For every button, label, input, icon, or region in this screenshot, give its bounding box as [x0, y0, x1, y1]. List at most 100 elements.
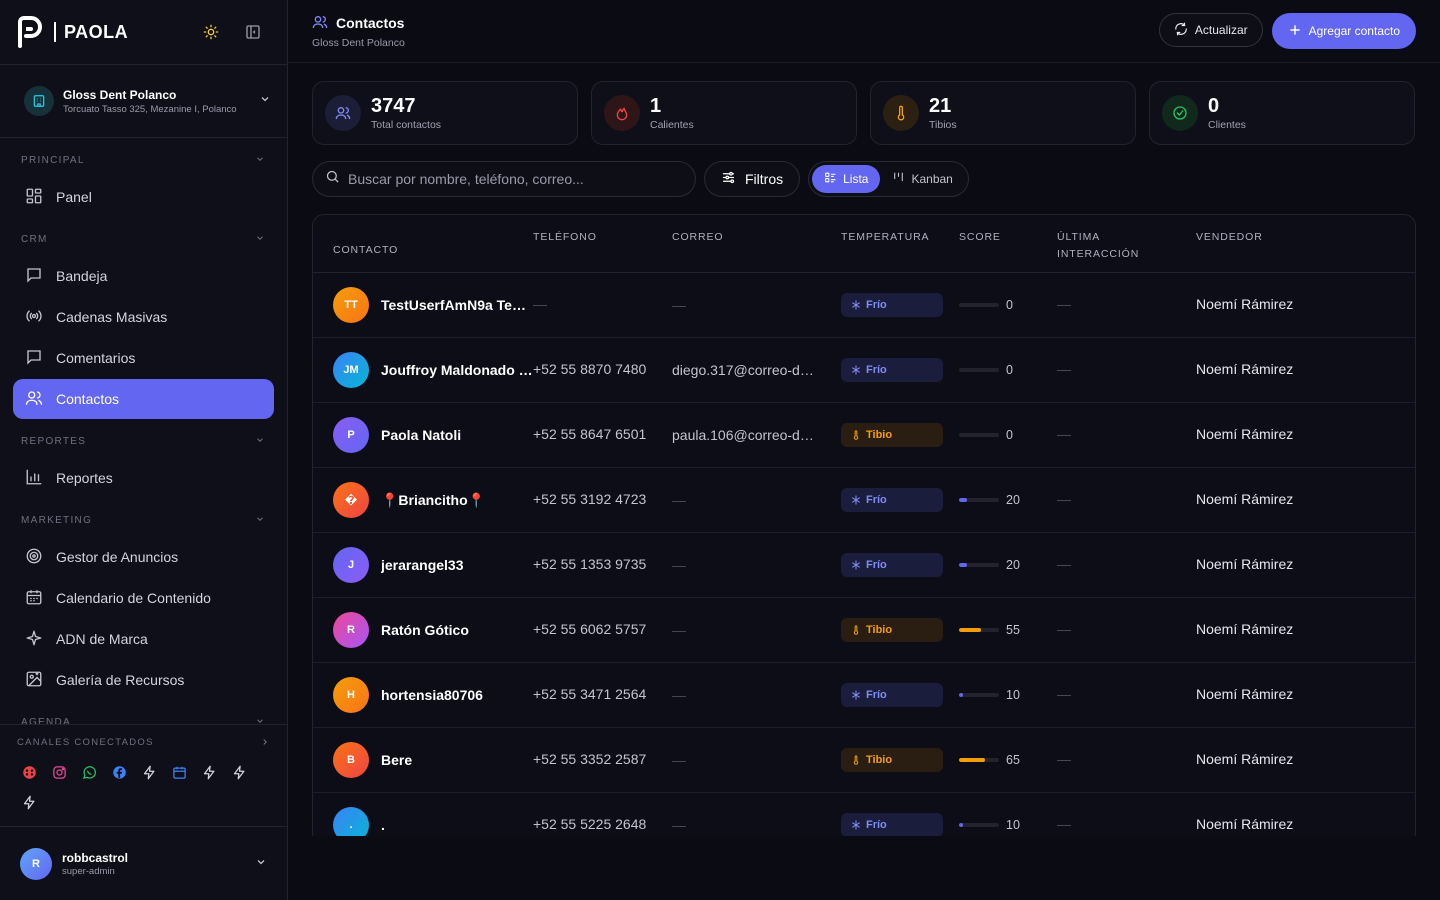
avatar: R: [20, 847, 52, 880]
temperature-badge[interactable]: Frío: [841, 813, 943, 836]
score-bar: [959, 693, 999, 697]
table-row[interactable]: TT TestUserfAmN9a TestLast — — Frío 0 — N…: [313, 273, 1415, 338]
column-header[interactable]: CONTACTO: [313, 229, 533, 272]
section-header-reportes[interactable]: REPORTES: [0, 425, 287, 457]
column-header[interactable]: CORREO: [672, 229, 841, 272]
collapse-sidebar-icon[interactable]: [245, 24, 261, 40]
last-interaction: —: [1057, 621, 1071, 637]
sun-icon[interactable]: [203, 24, 219, 40]
temperature-badge[interactable]: Frío: [841, 358, 943, 382]
sidebar-item-panel[interactable]: Panel: [13, 177, 274, 217]
contact-name[interactable]: jerarangel33: [381, 557, 464, 573]
bolt-icon[interactable]: [231, 764, 247, 780]
table-row[interactable]: Jjerarangel33 +52 55 1353 9735 — Frío 20…: [313, 533, 1415, 598]
add-contact-button[interactable]: Agregar contacto: [1271, 13, 1416, 49]
sidebar-item-contactos[interactable]: Contactos: [13, 379, 274, 419]
contact-avatar: R: [333, 612, 369, 648]
table-row[interactable]: JM Jouffroy Maldonado Reyes +52 55 8870 7…: [313, 338, 1415, 403]
contact-name[interactable]: Jouffroy Maldonado Reyes: [381, 362, 533, 378]
clinic-selector[interactable]: Gloss Dent Polanco Torcuato Tasso 325, M…: [0, 65, 287, 138]
contact-avatar: H: [333, 677, 369, 713]
snowflake-icon: [851, 560, 861, 570]
bolt-icon[interactable]: [21, 794, 37, 810]
temperature-label: Tibio: [866, 754, 893, 766]
contact-name[interactable]: hortensia80706: [381, 687, 483, 703]
temperature-badge[interactable]: Frío: [841, 293, 943, 317]
sidebar-item-cadenas-masivas[interactable]: Cadenas Masivas: [13, 297, 274, 337]
section-header-marketing[interactable]: MARKETING: [0, 504, 287, 536]
temperature-badge[interactable]: Frío: [841, 683, 943, 707]
temperature-badge[interactable]: Frío: [841, 553, 943, 577]
filters-button[interactable]: Filtros: [704, 161, 801, 197]
calendar-icon[interactable]: [171, 764, 187, 780]
section-header-principal[interactable]: PRINCIPAL: [0, 144, 287, 176]
section-header-agenda[interactable]: AGENDA: [0, 706, 287, 724]
column-header[interactable]: ÚLTIMA INTERACCIÓN: [1057, 229, 1196, 272]
temperature-badge[interactable]: Tibio: [841, 423, 943, 447]
stat-clients: 0 Clientes: [1149, 81, 1415, 145]
contact-name[interactable]: Paola Natoli: [381, 427, 461, 443]
sidebar-item-reportes[interactable]: Reportes: [13, 458, 274, 498]
score-fill: [959, 628, 981, 632]
table-row[interactable]: .. +52 55 5225 2648 — Frío 10 — Noemí Rá…: [313, 793, 1415, 836]
google-icon[interactable]: [21, 764, 37, 780]
table-row[interactable]: Hhortensia80706 +52 55 3471 2564 — Frío …: [313, 663, 1415, 728]
view-list-button[interactable]: Lista: [812, 165, 881, 193]
stat-value: 0: [1208, 95, 1220, 117]
table-row[interactable]: B Bere +52 55 3352 2587 — Tibio 65 — Noem…: [313, 728, 1415, 793]
refresh-label: Actualizar: [1194, 23, 1248, 37]
temperature-label: Frío: [866, 689, 887, 701]
bolt-icon[interactable]: [141, 764, 157, 780]
thermometer-icon: [883, 95, 919, 131]
table-row[interactable]: R Ratón Gótico +52 55 6062 5757 — Tibio 5…: [313, 598, 1415, 663]
contact-name[interactable]: TestUserfAmN9a TestLast: [381, 297, 533, 313]
score-bar: [959, 433, 999, 437]
score-fill: [959, 433, 962, 437]
temperature-badge[interactable]: Tibio: [841, 618, 943, 642]
section-header-crm[interactable]: CRM: [0, 223, 287, 255]
sidebar-item-adn-de-marca[interactable]: ADN de Marca: [13, 619, 274, 659]
chevron-right-icon[interactable]: [260, 737, 270, 750]
score-fill: [959, 303, 962, 307]
thermometer-icon: [851, 755, 861, 765]
image-icon: [25, 670, 43, 691]
instagram-icon[interactable]: [51, 764, 67, 780]
last-interaction: —: [1057, 491, 1071, 507]
temperature-badge[interactable]: Tibio: [841, 748, 943, 772]
stat-total-contacts: 3747 Total contactos: [312, 81, 578, 145]
bolt-icon[interactable]: [201, 764, 217, 780]
contact-name[interactable]: .: [381, 817, 385, 833]
contact-name[interactable]: 📍Briancitho📍: [381, 492, 485, 509]
contact-avatar: P: [333, 417, 369, 453]
temperature-badge[interactable]: Frío: [841, 488, 943, 512]
sidebar-item-gestor-de-anuncios[interactable]: Gestor de Anuncios: [13, 537, 274, 577]
whatsapp-icon[interactable]: [81, 764, 97, 780]
facebook-icon[interactable]: [111, 764, 127, 780]
sidebar-item-bandeja[interactable]: Bandeja: [13, 256, 274, 296]
contact-email: diego.317@correo-demo.mx: [672, 362, 821, 378]
column-header[interactable]: VENDEDOR: [1196, 229, 1415, 272]
contact-name[interactable]: Ratón Gótico: [381, 622, 469, 638]
table-row[interactable]: � 📍Briancitho📍 +52 55 3192 4723 — Frío 20…: [313, 468, 1415, 533]
sliders-icon: [721, 170, 736, 188]
search-input[interactable]: [348, 171, 683, 187]
stat-label: Calientes: [650, 119, 694, 131]
view-kanban-button[interactable]: Kanban: [880, 165, 964, 193]
contact-email: —: [672, 817, 686, 833]
sidebar-item-comentarios[interactable]: Comentarios: [13, 338, 274, 378]
snowflake-icon: [851, 820, 861, 830]
sidebar-item-galeria-de-recursos[interactable]: Galería de Recursos: [13, 660, 274, 700]
table-row[interactable]: P Paola Natoli +52 55 8647 6501 paula.106…: [313, 403, 1415, 468]
refresh-button[interactable]: Actualizar: [1158, 13, 1263, 47]
sidebar-item-label: Cadenas Masivas: [56, 309, 168, 325]
column-header[interactable]: TELÉFONO: [533, 229, 672, 272]
contact-name[interactable]: Bere: [381, 752, 412, 768]
search-box[interactable]: [312, 161, 696, 197]
stat-label: Total contactos: [371, 119, 442, 131]
user-menu[interactable]: R robbcastrol super-admin: [0, 826, 287, 900]
column-header[interactable]: SCORE: [959, 229, 1057, 272]
last-interaction: —: [1057, 556, 1071, 572]
column-header[interactable]: TEMPERATURA: [841, 229, 959, 272]
thermometer-icon: [851, 430, 861, 440]
sidebar-item-calendario-de-contenido[interactable]: Calendario de Contenido: [13, 578, 274, 618]
